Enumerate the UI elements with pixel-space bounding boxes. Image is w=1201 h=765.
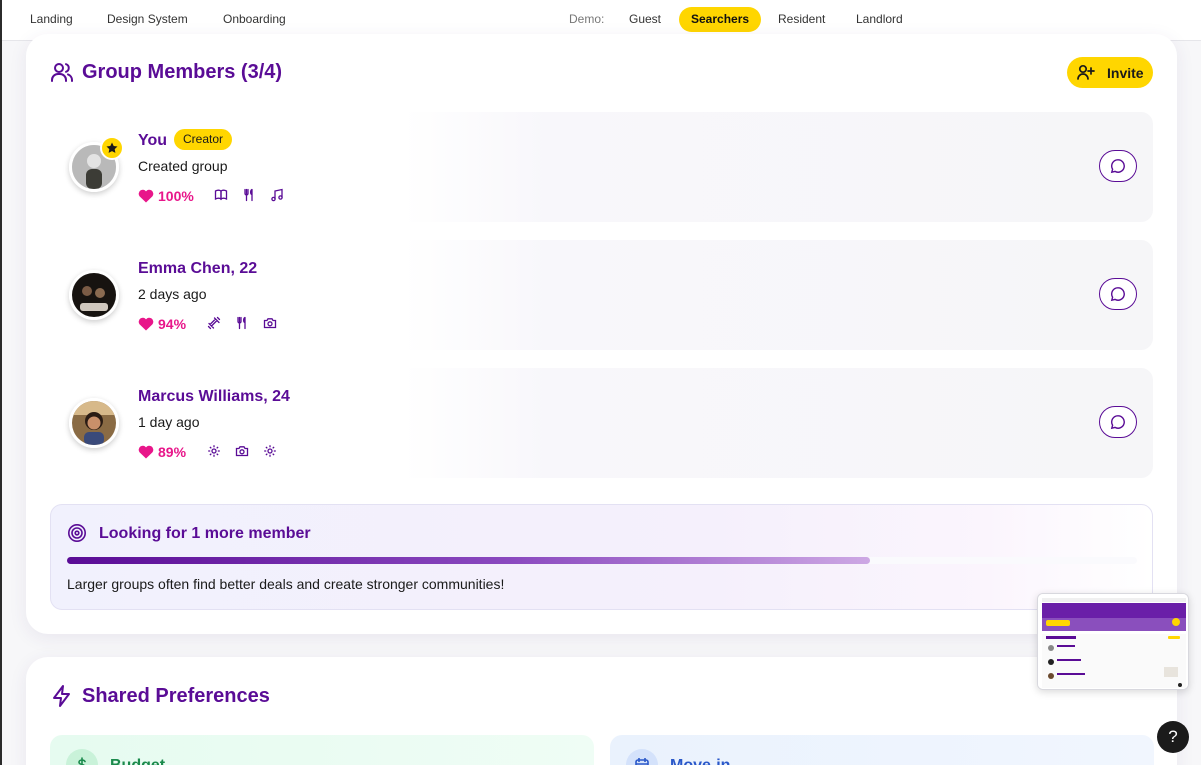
- match-percent: 100%: [158, 188, 194, 204]
- move-in-label: Move-in: [670, 757, 730, 765]
- member-subtitle: Created group: [138, 158, 228, 174]
- looking-tip: Larger groups often find better deals an…: [67, 576, 505, 592]
- member-subtitle: 1 day ago: [138, 414, 200, 430]
- dollar-icon: [66, 749, 98, 765]
- lightning-icon: [50, 684, 74, 713]
- nav-link-landing[interactable]: Landing: [30, 12, 73, 26]
- member-row: Marcus Williams, 24 1 day ago 89%: [50, 368, 1153, 478]
- match-percent: 94%: [158, 316, 187, 332]
- member-row: You Creator Created group 100%: [50, 112, 1153, 222]
- heart-icon: [138, 317, 154, 336]
- demo-resident-button[interactable]: Resident: [766, 7, 837, 32]
- nav-link-onboarding[interactable]: Onboarding: [223, 12, 286, 26]
- budget-label: Budget: [110, 757, 165, 765]
- creator-badge: Creator: [174, 129, 233, 150]
- heart-icon: [138, 189, 154, 208]
- user-plus-icon: [1077, 64, 1095, 85]
- member-progress-fill: [67, 557, 870, 564]
- chat-button[interactable]: [1099, 150, 1137, 182]
- looking-title: Looking for 1 more member: [99, 525, 311, 542]
- avatar[interactable]: [69, 270, 119, 320]
- avatar[interactable]: [69, 398, 119, 448]
- dumbbell-icon: [207, 316, 221, 335]
- demo-searchers-button[interactable]: Searchers: [679, 7, 762, 32]
- member-name[interactable]: You: [138, 132, 167, 150]
- gear-icon: [263, 444, 277, 463]
- shared-preferences-card: Shared Preferences Budget Move-in: [26, 657, 1177, 765]
- demo-label: Demo:: [569, 12, 605, 26]
- target-icon: [67, 523, 87, 548]
- match-percent: 89%: [158, 444, 187, 460]
- nav-link-design-system[interactable]: Design System: [107, 12, 188, 26]
- chat-button[interactable]: [1099, 406, 1137, 438]
- invite-label: Invite: [1107, 65, 1144, 81]
- help-button[interactable]: ?: [1157, 721, 1189, 753]
- gear-icon: [207, 444, 221, 463]
- music-icon: [270, 188, 284, 207]
- group-members-title: Group Members (3/4): [82, 61, 283, 83]
- member-row: Emma Chen, 22 2 days ago 94%: [50, 240, 1153, 350]
- camera-icon: [235, 444, 249, 463]
- page-preview-thumbnail[interactable]: [1037, 593, 1189, 690]
- chat-button[interactable]: [1099, 278, 1137, 310]
- group-members-card: Group Members (3/4) Invite You Creator C…: [26, 34, 1177, 634]
- utensils-icon: [235, 316, 249, 335]
- member-subtitle: 2 days ago: [138, 286, 207, 302]
- calendar-icon: [626, 749, 658, 765]
- budget-tile[interactable]: Budget: [50, 735, 594, 765]
- shared-preferences-title: Shared Preferences: [82, 685, 270, 707]
- member-name[interactable]: Emma Chen, 22: [138, 260, 257, 278]
- users-icon: [50, 60, 74, 89]
- star-icon: [100, 136, 124, 160]
- member-progress-bar: [67, 557, 1137, 564]
- demo-guest-button[interactable]: Guest: [617, 7, 673, 32]
- looking-for-members-panel: Looking for 1 more member Larger groups …: [50, 504, 1153, 610]
- move-in-tile[interactable]: Move-in: [610, 735, 1154, 765]
- book-icon: [214, 188, 228, 207]
- invite-button[interactable]: Invite: [1067, 57, 1153, 88]
- utensils-icon: [242, 188, 256, 207]
- camera-icon: [263, 316, 277, 335]
- demo-landlord-button[interactable]: Landlord: [844, 7, 915, 32]
- window-edge: [0, 0, 2, 765]
- heart-icon: [138, 445, 154, 464]
- member-name[interactable]: Marcus Williams, 24: [138, 388, 290, 406]
